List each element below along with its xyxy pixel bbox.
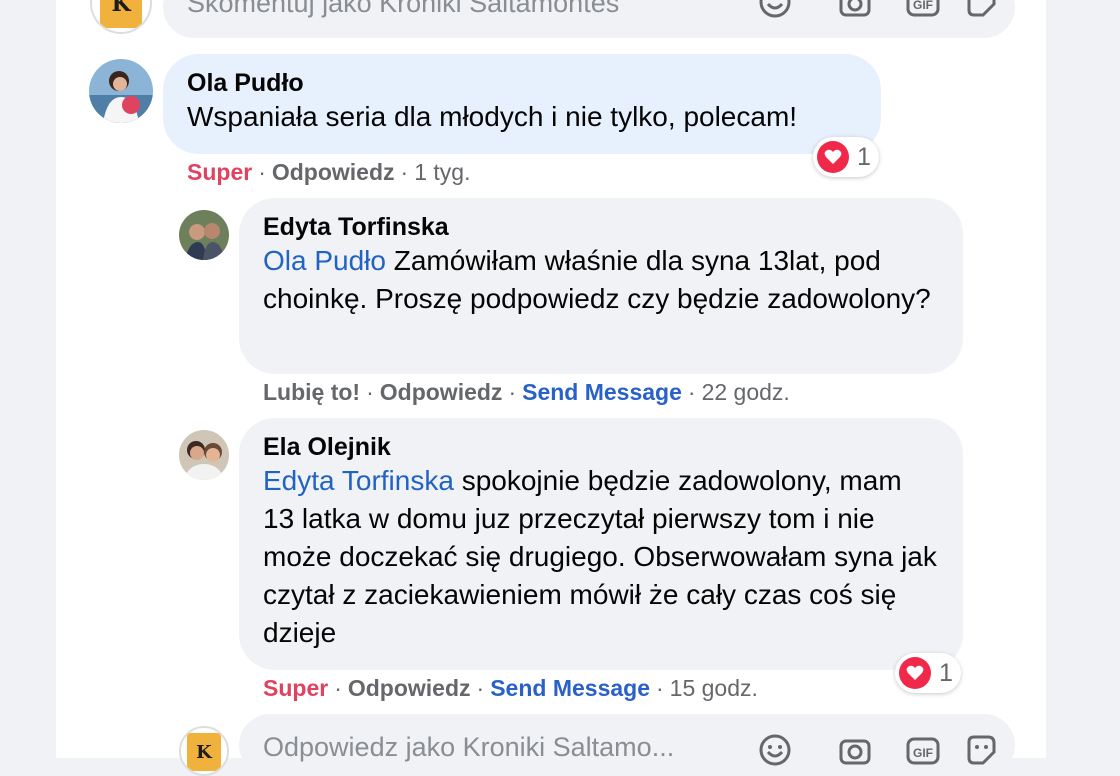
comment-time[interactable]: 15 godz. <box>670 675 758 701</box>
comment-text: Ola Pudło Zamówiłam właśnie dla syna 13l… <box>263 242 939 318</box>
reply-button[interactable]: Odpowiedz <box>380 379 503 405</box>
comment-bubble: Ola Pudło Wspaniała seria dla młodych i … <box>163 54 881 154</box>
reaction-summary[interactable]: 1 <box>813 137 879 177</box>
gif-icon[interactable]: GIF <box>905 732 941 768</box>
comment-author[interactable]: Ola Pudło <box>187 68 857 98</box>
comment-bubble: Ela Olejnik Edyta Torfinska spokojnie bę… <box>239 418 963 670</box>
composer-placeholder: Odpowiedz jako Kroniki Saltamo... <box>263 732 675 762</box>
comment-composer-top[interactable]: Skomentuj jako Kroniki Saltamontes GIF <box>163 0 1015 38</box>
avatar-edyta[interactable] <box>179 210 229 260</box>
reply-button[interactable]: Odpowiedz <box>348 675 471 701</box>
like-button[interactable]: Lubię to! <box>263 379 360 405</box>
comment-actions: Lubię to! · Odpowiedz · Send Message · 22 godz… <box>263 379 790 405</box>
comment-bubble: Edyta Torfinska Ola Pudło Zamówiłam właś… <box>239 198 963 374</box>
reaction-summary[interactable]: 1 <box>895 653 961 693</box>
reply-button[interactable]: Odpowiedz <box>272 159 395 185</box>
smile-icon[interactable] <box>757 732 793 768</box>
comment-text: Edyta Torfinska spokojnie będzie zadowol… <box>263 462 939 652</box>
react-button[interactable]: Super <box>187 159 252 185</box>
avatar-ela[interactable] <box>179 430 229 480</box>
send-message-button[interactable]: Send Message <box>490 675 650 701</box>
comment-actions: Super · Odpowiedz · 1 tyg. <box>187 159 471 185</box>
send-message-button[interactable]: Send Message <box>522 379 682 405</box>
logo-letter: K <box>111 0 131 17</box>
gif-icon[interactable]: GIF <box>905 0 941 20</box>
comment-author[interactable]: Edyta Torfinska <box>263 212 939 242</box>
heart-icon <box>817 141 849 173</box>
smile-icon[interactable] <box>757 0 793 20</box>
camera-icon[interactable] <box>837 732 873 768</box>
react-button[interactable]: Super <box>263 675 328 701</box>
composer-placeholder: Skomentuj jako Kroniki Saltamontes <box>187 0 620 18</box>
camera-icon[interactable] <box>837 0 873 20</box>
sticker-icon[interactable] <box>963 732 999 768</box>
page-avatar-top: K <box>90 0 152 34</box>
comment-text: Wspaniała seria dla młodych i nie tylko,… <box>187 101 798 132</box>
avatar-ola[interactable] <box>89 59 153 123</box>
comment-time[interactable]: 22 godz. <box>702 379 790 405</box>
mention-link[interactable]: Ola Pudło <box>263 245 386 276</box>
svg-text:GIF: GIF <box>913 0 933 12</box>
mention-link[interactable]: Edyta Torfinska <box>263 465 454 496</box>
sticker-icon[interactable] <box>963 0 999 20</box>
reply-composer[interactable]: Odpowiedz jako Kroniki Saltamo... GIF <box>239 714 1015 776</box>
comment-time[interactable]: 1 tyg. <box>414 159 470 185</box>
comment-actions: Super · Odpowiedz · Send Message · 15 godz. <box>263 675 758 701</box>
logo-letter: K <box>196 741 212 763</box>
page-avatar-bottom: K <box>179 726 229 776</box>
heart-icon <box>899 657 931 689</box>
reaction-count: 1 <box>939 658 953 687</box>
comment-author[interactable]: Ela Olejnik <box>263 432 939 462</box>
reaction-count: 1 <box>857 142 871 171</box>
comments-panel: K Skomentuj jako Kroniki Saltamontes GIF… <box>56 0 1046 776</box>
